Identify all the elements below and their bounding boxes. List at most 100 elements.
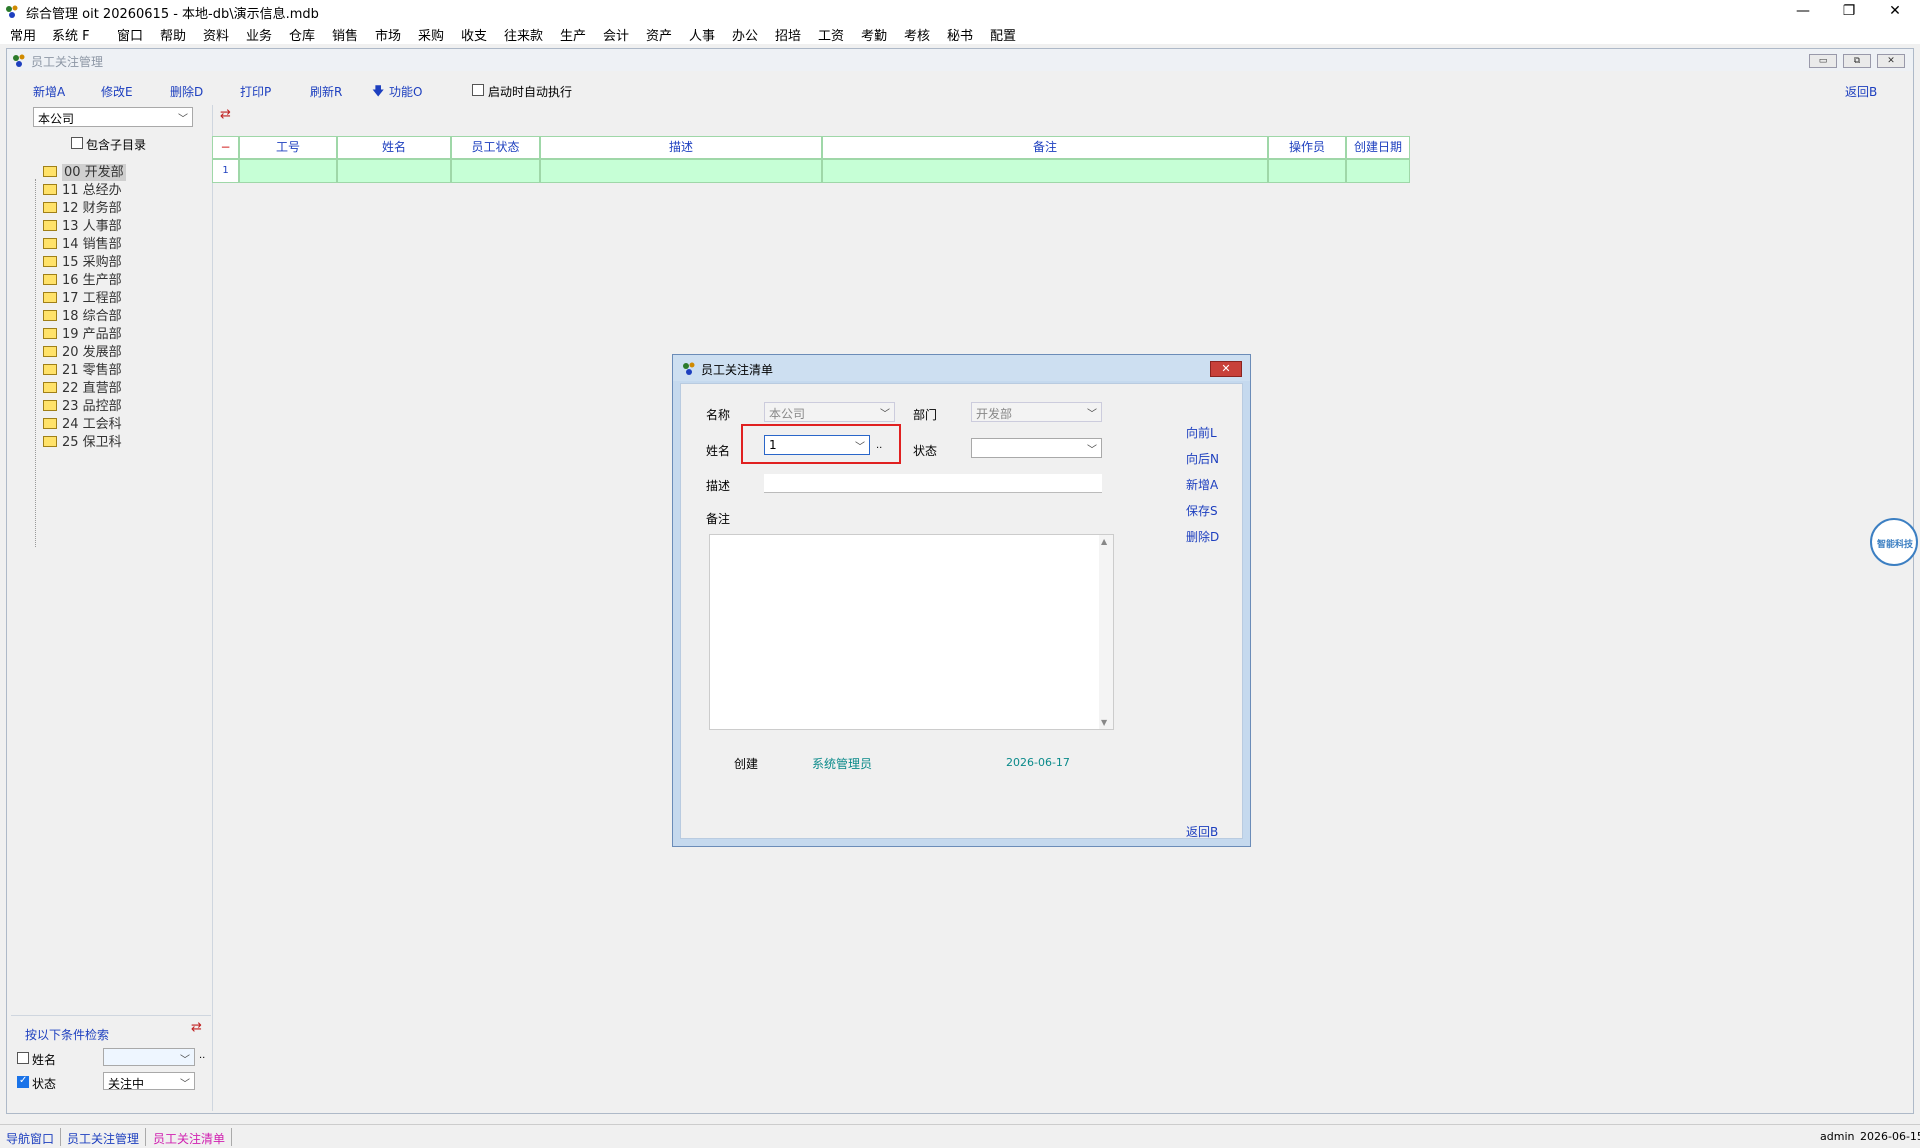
include-sub-checkbox[interactable] — [71, 135, 83, 150]
company-select[interactable]: 本公司 ﹀ — [33, 107, 193, 127]
menu-item[interactable]: 考勤 — [861, 25, 887, 44]
more-button[interactable]: .. — [199, 1050, 205, 1061]
scroll-up-icon[interactable]: ▲ — [1101, 537, 1107, 546]
child-close-button[interactable]: ✕ — [1877, 54, 1905, 68]
menu-item[interactable]: 窗口 — [117, 25, 143, 44]
menu-item[interactable]: 办公 — [732, 25, 758, 44]
brand-badge[interactable]: 智能科技 — [1870, 518, 1918, 566]
next-button[interactable]: 向后N — [1186, 450, 1219, 467]
tree-item[interactable]: 00 开发部 — [29, 161, 126, 181]
new-button[interactable]: 新增A — [33, 83, 65, 100]
menu-item[interactable]: 往来款 — [504, 25, 543, 44]
menu-item[interactable]: 业务 — [246, 25, 272, 44]
close-button[interactable]: ✕ — [1872, 0, 1918, 22]
delete-record-button[interactable]: 删除D — [1186, 528, 1219, 545]
child-minimize-button[interactable]: ▭ — [1809, 54, 1837, 68]
grid-header[interactable]: 描述 — [540, 136, 822, 159]
tree-item[interactable]: 14 销售部 — [29, 233, 122, 252]
tree-item[interactable]: 18 综合部 — [29, 305, 122, 324]
row-number[interactable]: 1 — [212, 159, 239, 183]
tree-item[interactable]: 21 零售部 — [29, 359, 122, 378]
remark-textarea[interactable]: ▲ ▼ — [709, 534, 1114, 730]
function-button[interactable]: 功能O — [389, 83, 422, 100]
search-name-checkbox[interactable] — [17, 1050, 29, 1065]
grid-cell[interactable] — [540, 159, 822, 183]
dialog-close-button[interactable]: ✕ — [1210, 361, 1242, 377]
menu-item[interactable]: 招培 — [775, 25, 801, 44]
remark-scrollbar[interactable]: ▲ ▼ — [1099, 535, 1113, 729]
grid-header[interactable]: 姓名 — [337, 136, 451, 159]
grid-cell[interactable] — [1268, 159, 1346, 183]
back-button[interactable]: 返回B — [1845, 83, 1877, 100]
child-restore-button[interactable]: ⧉ — [1843, 54, 1871, 68]
tab-navigation[interactable]: 导航窗口 — [6, 1130, 54, 1147]
menu-item[interactable]: 资产 — [646, 25, 672, 44]
tree-item[interactable]: 11 总经办 — [29, 179, 122, 198]
menu-item[interactable]: 帮助 — [160, 25, 186, 44]
tree-item[interactable]: 20 发展部 — [29, 341, 122, 360]
grid-header[interactable]: 员工状态 — [451, 136, 540, 159]
menu-item[interactable]: 系统 F — [52, 25, 90, 44]
refresh-button[interactable]: 刷新R — [310, 83, 342, 100]
menu-item[interactable]: 资料 — [203, 25, 229, 44]
tree-item[interactable]: 24 工会科 — [29, 413, 122, 432]
grid-header[interactable]: 操作员 — [1268, 136, 1346, 159]
tree-item[interactable]: 15 采购部 — [29, 251, 122, 270]
menu-item[interactable]: 人事 — [689, 25, 715, 44]
tree-item[interactable]: 23 品控部 — [29, 395, 122, 414]
delete-button[interactable]: 删除D — [170, 83, 203, 100]
menu-item[interactable]: 配置 — [990, 25, 1016, 44]
tree-item[interactable]: 19 产品部 — [29, 323, 122, 342]
menu-item[interactable]: 考核 — [904, 25, 930, 44]
grid-corner[interactable]: − — [212, 136, 239, 159]
tab-employee-watch-list[interactable]: 员工关注清单 — [153, 1130, 225, 1147]
search-status-select[interactable]: 关注中 ﹀ — [103, 1072, 195, 1090]
menu-item[interactable]: 市场 — [375, 25, 401, 44]
grid-header[interactable]: 工号 — [239, 136, 337, 159]
name-select[interactable]: 本公司 ﹀ — [764, 402, 895, 422]
grid-cell[interactable] — [337, 159, 451, 183]
tree-item[interactable]: 25 保卫科 — [29, 431, 122, 450]
menu-item[interactable]: 会计 — [603, 25, 629, 44]
restore-button[interactable]: ❐ — [1826, 0, 1872, 22]
save-button[interactable]: 保存S — [1186, 502, 1218, 519]
grid-header[interactable]: 创建日期 — [1346, 136, 1410, 159]
desc-input[interactable] — [764, 474, 1102, 493]
prev-button[interactable]: 向前L — [1186, 424, 1217, 441]
swap-icon[interactable]: ⇄ — [220, 107, 231, 122]
tree-item[interactable]: 13 人事部 — [29, 215, 122, 234]
search-status-checkbox[interactable] — [17, 1074, 29, 1089]
menu-item[interactable]: 生产 — [560, 25, 586, 44]
menu-item[interactable]: 采购 — [418, 25, 444, 44]
grid-cell[interactable] — [822, 159, 1268, 183]
scroll-down-icon[interactable]: ▼ — [1101, 718, 1107, 727]
menu-item[interactable]: 秘书 — [947, 25, 973, 44]
menu-item[interactable]: 工资 — [818, 25, 844, 44]
menu-item[interactable]: 仓库 — [289, 25, 315, 44]
tree-item[interactable]: 17 工程部 — [29, 287, 122, 306]
edit-button[interactable]: 修改E — [101, 83, 133, 100]
grid-header[interactable]: 备注 — [822, 136, 1268, 159]
tree-item[interactable]: 16 生产部 — [29, 269, 122, 288]
status-select[interactable]: ﹀ — [971, 438, 1102, 458]
menu-item[interactable]: 收支 — [461, 25, 487, 44]
search-name-select[interactable]: ﹀ — [103, 1048, 195, 1066]
person-more-button[interactable]: .. — [876, 440, 882, 451]
person-select[interactable]: 1 ﹀ — [764, 435, 870, 455]
autorun-checkbox[interactable] — [472, 82, 484, 97]
new-record-button[interactable]: 新增A — [1186, 476, 1218, 493]
minimize-button[interactable]: — — [1780, 0, 1826, 22]
menu-item[interactable]: 常用 — [10, 25, 36, 44]
dialog-back-button[interactable]: 返回B — [1186, 823, 1218, 840]
dept-select[interactable]: 开发部 ﹀ — [971, 402, 1102, 422]
swap-icon[interactable]: ⇄ — [191, 1020, 202, 1035]
tree-item[interactable]: 12 财务部 — [29, 197, 122, 216]
splitter[interactable] — [212, 105, 213, 1111]
menu-item[interactable]: 销售 — [332, 25, 358, 44]
tree-item[interactable]: 22 直营部 — [29, 377, 122, 396]
grid-cell[interactable] — [451, 159, 540, 183]
print-button[interactable]: 打印P — [240, 83, 271, 100]
grid-cell[interactable] — [239, 159, 337, 183]
tab-employee-watch[interactable]: 员工关注管理 — [67, 1130, 139, 1147]
grid-cell[interactable] — [1346, 159, 1410, 183]
